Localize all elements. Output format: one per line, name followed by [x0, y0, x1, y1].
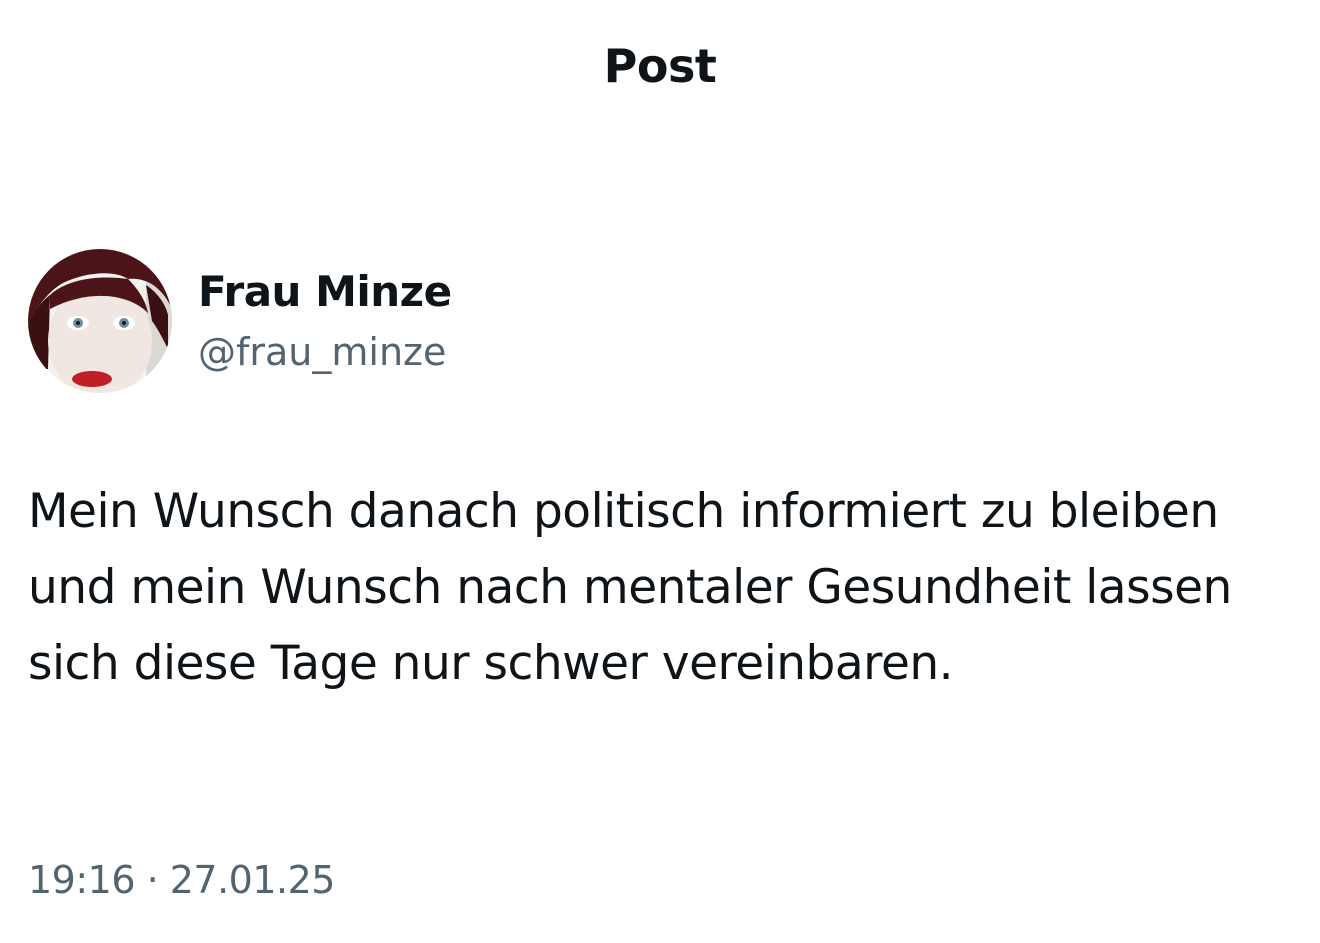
page-title: Post	[603, 39, 717, 93]
author-names: Frau Minze @frau_minze	[198, 267, 452, 375]
post-text: Mein Wunsch danach politisch informiert …	[28, 484, 1232, 691]
post-timestamp[interactable]: 19:16 · 27.01.25	[28, 855, 335, 905]
post-author: Frau Minze @frau_minze	[28, 248, 452, 394]
author-handle[interactable]: @frau_minze	[198, 329, 452, 375]
avatar-image	[28, 249, 172, 393]
author-display-name[interactable]: Frau Minze	[198, 267, 452, 317]
avatar[interactable]	[28, 249, 172, 393]
